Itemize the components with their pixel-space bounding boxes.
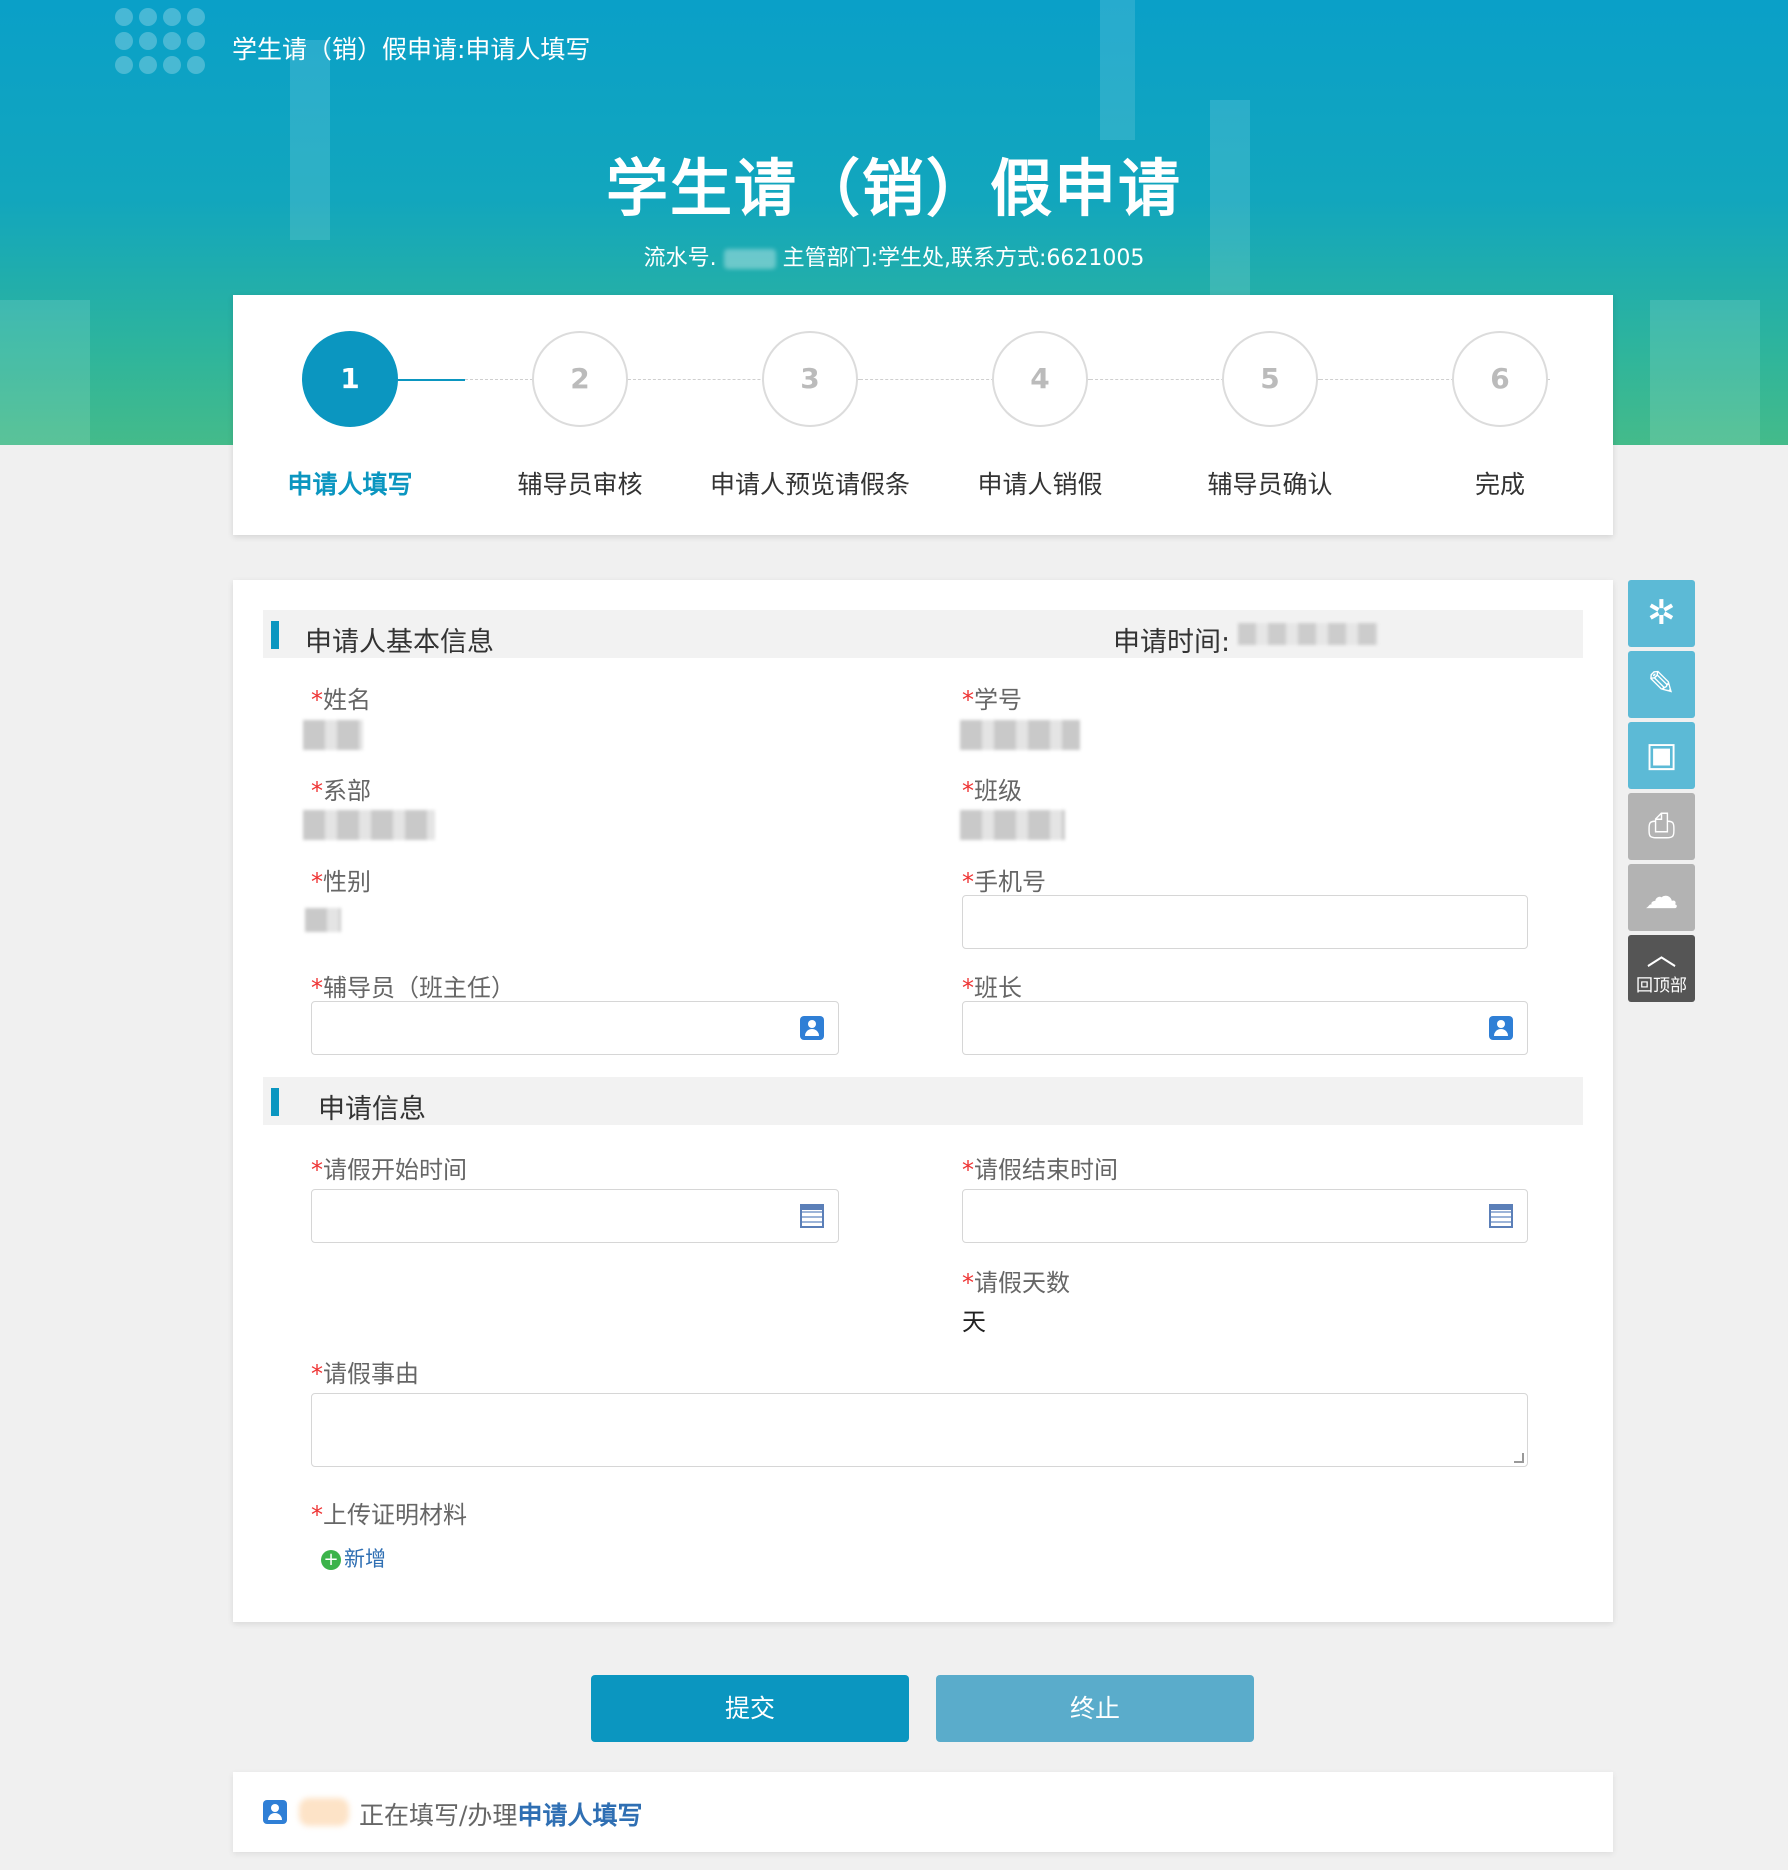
step-label: 辅导员审核 [517, 470, 643, 499]
monitor-input[interactable] [962, 1001, 1528, 1055]
apply-time-label: 申请时间: [1113, 627, 1231, 658]
application-form: 申请人基本信息 申请时间: *姓名 *学号 *系部 *班级 *性别 *手机号 *… [233, 580, 1613, 1622]
calendar-icon[interactable] [1489, 1204, 1513, 1228]
start-time-input[interactable] [311, 1189, 839, 1243]
page-title: 学生请（销）假申请 [605, 152, 1182, 225]
serial-prefix: 流水号. [643, 246, 717, 271]
student-id-value-redacted [960, 720, 1080, 750]
step-6: 6 完成 [1385, 331, 1615, 501]
reason-textarea[interactable] [311, 1393, 1528, 1467]
step-number: 5 [1222, 331, 1318, 427]
step-2: 2 辅导员审核 [465, 331, 695, 501]
gender-value-redacted [305, 908, 341, 932]
decor-building [1650, 300, 1760, 445]
upload-label: *上传证明材料 [311, 1501, 467, 1529]
step-number: 4 [992, 331, 1088, 427]
download-button[interactable]: ☁ [1628, 864, 1695, 931]
edit-button[interactable]: ✎ [1628, 651, 1695, 718]
side-toolbar: ✲ ✎ ▣ ⎙ ☁ ︿ 回顶部 [1628, 580, 1695, 1006]
name-label: *姓名 [311, 686, 371, 714]
step-4: 4 申请人销假 [925, 331, 1155, 501]
step-label: 辅导员确认 [1207, 470, 1333, 499]
section-title: 申请信息 [318, 1094, 426, 1125]
phone-label: *手机号 [962, 868, 1046, 896]
section-apply-info: 申请信息 [263, 1077, 1583, 1125]
user-select-icon[interactable] [800, 1016, 824, 1040]
bug-icon: ✲ [1647, 593, 1676, 633]
end-time-input[interactable] [962, 1189, 1528, 1243]
submit-button[interactable]: 提交 [591, 1675, 909, 1742]
stop-button[interactable]: 终止 [936, 1675, 1254, 1742]
name-value-redacted [303, 720, 363, 750]
step-1: 1 申请人填写 [235, 331, 465, 501]
user-select-icon[interactable] [1489, 1016, 1513, 1040]
section-basic-info: 申请人基本信息 申请时间: [263, 610, 1583, 658]
user-name-redacted [299, 1798, 349, 1826]
section-marker [271, 1088, 279, 1116]
back-to-top-label: 回顶部 [1636, 976, 1687, 996]
end-time-label: *请假结束时间 [962, 1156, 1118, 1184]
save-button[interactable]: ▣ [1628, 722, 1695, 789]
chevron-up-icon: ︿ [1646, 938, 1677, 973]
back-to-top-button[interactable]: ︿ 回顶部 [1628, 935, 1695, 1002]
progress-steps: 1 申请人填写 2 辅导员审核 3 申请人预览请假条 4 申请人销假 5 辅导员… [233, 295, 1613, 535]
reason-label: *请假事由 [311, 1360, 419, 1388]
breadcrumb: 学生请（销）假申请:申请人填写 [232, 35, 591, 64]
class-value-redacted [960, 810, 1065, 840]
phone-input[interactable] [962, 895, 1528, 949]
days-label: *请假天数 [962, 1269, 1070, 1297]
serial-number-redacted [723, 249, 776, 269]
print-button[interactable]: ⎙ [1628, 793, 1695, 860]
resize-handle[interactable] [1514, 1453, 1524, 1463]
start-time-label: *请假开始时间 [311, 1156, 467, 1184]
days-unit: 天 [962, 1308, 986, 1336]
step-3: 3 申请人预览请假条 [695, 331, 925, 501]
decor-building [1100, 0, 1135, 140]
step-number: 2 [532, 331, 628, 427]
add-circle-icon: + [321, 1550, 341, 1570]
user-icon [263, 1800, 287, 1824]
class-label: *班级 [962, 777, 1022, 805]
decor-building [0, 300, 90, 445]
serial-info: 流水号. 主管部门:学生处,联系方式:6621005 [0, 240, 1788, 272]
add-attachment-link[interactable]: + 新增 [321, 1543, 386, 1573]
step-5: 5 辅导员确认 [1155, 331, 1385, 501]
cloud-download-icon: ☁ [1644, 877, 1679, 917]
department-label: *系部 [311, 777, 371, 805]
save-icon: ▣ [1645, 735, 1678, 775]
gender-label: *性别 [311, 868, 371, 896]
serial-suffix: 主管部门:学生处,联系方式:6621005 [782, 246, 1145, 271]
step-label: 完成 [1474, 470, 1525, 499]
section-title: 申请人基本信息 [305, 627, 494, 658]
step-label: 申请人销假 [977, 470, 1103, 499]
calendar-icon[interactable] [800, 1204, 824, 1228]
apply-time-value-redacted [1238, 623, 1378, 645]
step-number: 1 [302, 331, 398, 427]
step-label: 申请人填写 [287, 470, 413, 499]
section-marker [271, 621, 279, 649]
step-label: 申请人预览请假条 [709, 470, 910, 499]
step-number: 6 [1452, 331, 1548, 427]
decor-dots [115, 8, 205, 74]
status-bar: 正在填写/办理申请人填写 [233, 1772, 1613, 1852]
step-number: 3 [762, 331, 858, 427]
counselor-label: *辅导员（班主任） [311, 974, 515, 1002]
student-id-label: *学号 [962, 686, 1022, 714]
print-icon: ⎙ [1647, 806, 1676, 846]
edit-icon: ✎ [1647, 664, 1676, 704]
monitor-label: *班长 [962, 974, 1022, 1002]
department-value-redacted [303, 810, 435, 840]
status-text: 正在填写/办理申请人填写 [359, 1801, 643, 1830]
debug-button[interactable]: ✲ [1628, 580, 1695, 647]
counselor-input[interactable] [311, 1001, 839, 1055]
